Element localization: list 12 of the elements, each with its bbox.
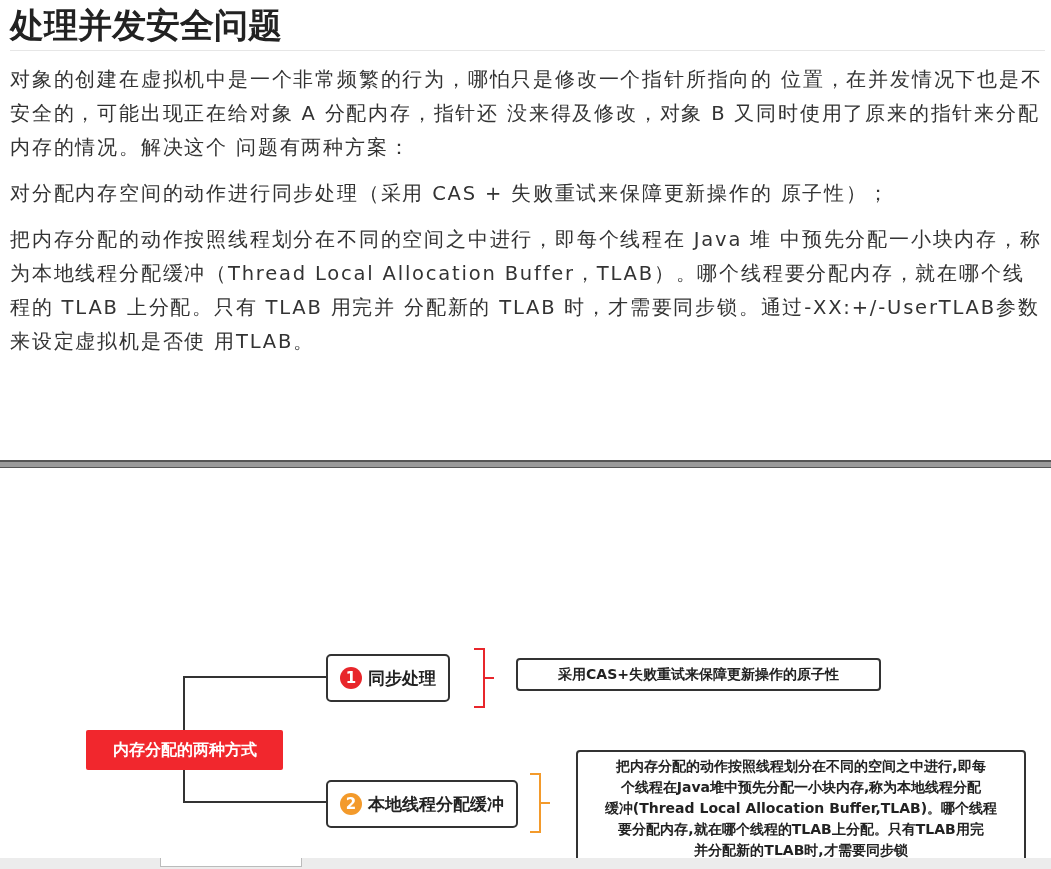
detail-node: 把内存分配的动作按照线程划分在不同的空间之中进行,即每 个线程在Java堆中预先分配一小块内存,称为本地线程分配 缓冲(Thread Local Allocation Buffer,TLAB)。哪个线程 要分配内存,就在哪个线程的TLAB上分配。只有TLAB用完 并分配新的TLAB时,才需要同步锁 <box>576 750 1026 858</box>
branch-label: 本地线程分配缓冲 <box>368 792 504 816</box>
paragraph: 把内存分配的动作按照线程划分在不同的空间之中进行，即每个线程在 Java 堆 中预先分配一小块内存，称为本地线程分配缓冲（Thread Local Allocation Buffer，TLAB）。哪个线程要分配内存，就在哪个线程的 TLAB 上分配。只有 TLAB 用完并 分配新的 TLAB 时，才需要同步锁。通过-XX:+/-UserTLAB参数来设定虚拟机是否使 用TLAB。 <box>10 227 1043 355</box>
paragraph: 对分配内存空间的动作进行同步处理（采用 CAS + 失败重试来保障更新操作的 原子性）； <box>10 181 891 207</box>
branch-label: 同步处理 <box>368 666 436 690</box>
paragraph: 对象的创建在虚拟机中是一个非常频繁的行为，哪怕只是修改一个指针所指向的 位置，在并发情况下也是不安全的，可能出现正在给对象 A 分配内存，指针还 没来得及修改，对象 B 又同时使用了原来的指针来分配内存的情况。解决这个 问题有两种方案： <box>10 67 1044 161</box>
root-node: 内存分配的两种方式 <box>86 730 283 770</box>
number-badge: 1 <box>340 667 362 689</box>
input-field[interactable] <box>160 858 302 867</box>
number-badge: 2 <box>340 793 362 815</box>
detail-node: 采用CAS+失败重试来保障更新操作的原子性 <box>516 658 881 691</box>
article-heading: 处理并发安全问题 <box>10 0 1045 51</box>
